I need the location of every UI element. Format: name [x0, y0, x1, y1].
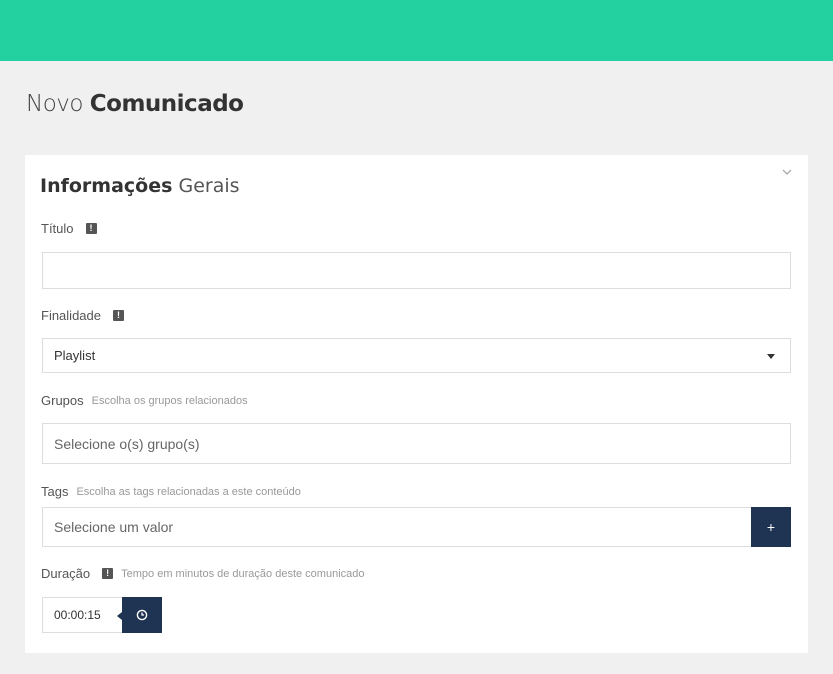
- titulo-input[interactable]: [42, 252, 791, 289]
- grupos-placeholder: Selecione o(s) grupo(s): [54, 435, 200, 452]
- caret-down-icon: [767, 353, 775, 359]
- finalidade-label-text: Finalidade: [41, 308, 101, 323]
- general-info-card: Informações Gerais Título ! Finalidade !…: [25, 155, 808, 653]
- tags-hint: Escolha as tags relacionadas a este cont…: [76, 485, 301, 498]
- chevron-down-icon[interactable]: [782, 167, 794, 179]
- tags-placeholder: Selecione um valor: [54, 519, 174, 535]
- info-icon[interactable]: !: [113, 310, 124, 321]
- card-title-bold: Informações: [40, 175, 173, 197]
- card-title-light: Gerais: [178, 175, 240, 197]
- grupos-hint: Escolha os grupos relacionados: [91, 394, 248, 407]
- info-icon[interactable]: !: [85, 223, 97, 234]
- page-title-bold: Comunicado: [89, 91, 244, 117]
- duracao-input[interactable]: 00:00:15: [42, 597, 123, 633]
- finalidade-label: Finalidade !: [41, 308, 124, 323]
- page-title-light: Novo: [26, 91, 83, 117]
- info-icon[interactable]: !: [102, 568, 114, 579]
- duracao-value: 00:00:15: [54, 608, 101, 622]
- top-bar: [0, 0, 833, 61]
- add-tag-button[interactable]: +: [751, 507, 791, 547]
- card-title: Informações Gerais: [40, 175, 240, 197]
- finalidade-select[interactable]: Playlist: [42, 338, 791, 373]
- titulo-label: Título !: [41, 221, 97, 236]
- page-title: Novo Comunicado: [26, 91, 244, 117]
- clock-icon: [136, 609, 148, 621]
- duracao-label-text: Duração: [41, 566, 91, 581]
- clock-button[interactable]: [117, 597, 162, 633]
- tags-label: Tags Escolha as tags relacionadas a este…: [41, 484, 301, 499]
- finalidade-value: Playlist: [54, 348, 96, 363]
- grupos-label-text: Grupos: [41, 393, 84, 408]
- grupos-label: Grupos Escolha os grupos relacionados: [41, 393, 248, 408]
- titulo-label-text: Título: [41, 221, 74, 236]
- grupos-select[interactable]: Selecione o(s) grupo(s): [42, 423, 791, 464]
- tags-label-text: Tags: [41, 484, 69, 499]
- duracao-label: Duração ! Tempo em minutos de duração de…: [41, 566, 365, 581]
- duracao-hint: Tempo em minutos de duração deste comuni…: [121, 567, 365, 580]
- tags-select[interactable]: Selecione um valor: [42, 507, 752, 547]
